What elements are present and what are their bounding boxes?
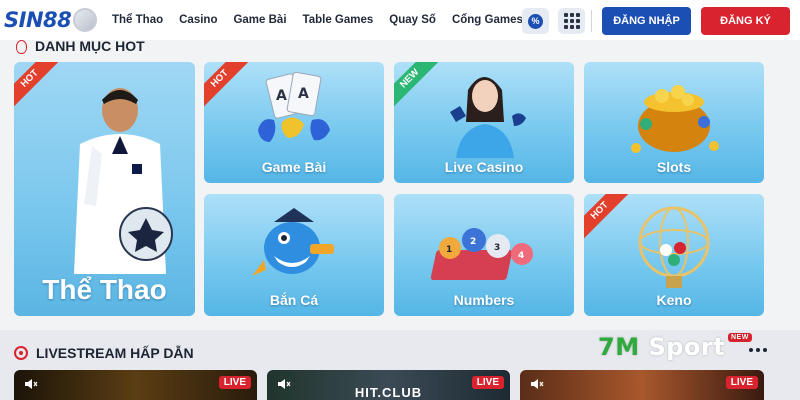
live-badge: LIVE: [218, 376, 251, 389]
livestream-heading: LIVESTREAM HẤP DẪN: [14, 345, 194, 361]
tile-game-bai[interactable]: A A HOT Game Bài: [204, 62, 384, 183]
more-options-icon[interactable]: [749, 348, 767, 352]
tile-ban-ca[interactable]: Bắn Cá: [204, 194, 384, 316]
nav-item-the-thao[interactable]: Thể Thao: [112, 14, 163, 26]
logo-text: SIN88: [4, 8, 72, 32]
hot-badge: HOT: [584, 194, 632, 243]
speaker-muted-icon[interactable]: [530, 378, 544, 390]
tile-label: Live Casino: [444, 159, 524, 175]
hot-badge: HOT: [204, 62, 252, 111]
tile-live-casino[interactable]: NEW Live Casino: [394, 62, 574, 183]
stream-card[interactable]: LIVE: [14, 370, 257, 400]
section-title: LIVESTREAM HẤP DẪN: [36, 345, 194, 361]
7m-sport-logo[interactable]: 7M Sport NEW: [598, 333, 752, 361]
nav-item-table-games[interactable]: Table Games: [303, 14, 374, 26]
tile-slots[interactable]: Slots: [584, 62, 764, 183]
brand-seven: 7M: [598, 333, 640, 361]
tile-label: Numbers: [453, 292, 515, 308]
svg-text:3: 3: [494, 243, 500, 253]
nav-item-quay-so[interactable]: Quay Số: [389, 14, 436, 26]
main-nav: Thể Thao Casino Game Bài Table Games Qua…: [112, 0, 539, 40]
tile-the-thao[interactable]: HOT Thể Thao: [14, 62, 195, 316]
login-button[interactable]: ĐĂNG NHẬP: [602, 7, 691, 35]
svg-text:A: A: [298, 86, 309, 102]
section-title: DANH MỤC HOT: [35, 38, 145, 54]
playing-cards-image: A A: [258, 72, 330, 142]
football-player-image: [74, 88, 173, 274]
live-broadcast-icon: [14, 346, 28, 360]
grid-icon: [563, 13, 580, 29]
live-badge: LIVE: [471, 376, 504, 389]
tile-label: Slots: [656, 159, 692, 175]
promotion-button[interactable]: %: [522, 8, 549, 34]
tile-label: Game Bài: [261, 159, 327, 175]
logo-emblem-icon: [73, 8, 98, 32]
stream-card[interactable]: LIVE: [520, 370, 764, 400]
tile-label: Keno: [656, 292, 692, 308]
tile-keno[interactable]: HOT Keno: [584, 194, 764, 316]
svg-text:2: 2: [470, 237, 476, 247]
gold-pot-image: [631, 85, 719, 153]
top-header: SIN88 Thể Thao Casino Game Bài Table Gam…: [0, 0, 800, 40]
speaker-muted-icon[interactable]: [24, 378, 38, 390]
new-badge: NEW: [728, 333, 752, 342]
register-button[interactable]: ĐĂNG KÝ: [701, 7, 790, 35]
tile-label: Bắn Cá: [269, 292, 319, 308]
svg-text:1: 1: [446, 245, 452, 255]
tile-label: Thể Thao: [42, 274, 167, 305]
svg-text:A: A: [276, 88, 287, 104]
hot-categories-heading: DANH MỤC HOT: [14, 38, 145, 54]
nav-item-cong-games[interactable]: Cổng Games: [452, 14, 523, 26]
site-logo[interactable]: SIN88: [4, 6, 98, 34]
hot-badge: HOT: [14, 62, 62, 111]
header-divider: [591, 10, 592, 32]
brand-sport: Sport: [639, 333, 726, 361]
apps-menu-button[interactable]: [558, 8, 585, 34]
percent-icon: %: [528, 13, 543, 29]
live-badge: LIVE: [725, 376, 758, 389]
casino-dealer-image: [450, 77, 526, 158]
fire-icon: [14, 39, 27, 54]
lottery-balls-image: 1 2 3 4: [430, 228, 533, 280]
tile-numbers[interactable]: 1 2 3 4 Numbers: [394, 194, 574, 316]
fish-shooter-image: [252, 208, 334, 276]
svg-text:4: 4: [518, 251, 524, 261]
stream-card[interactable]: HIT.CLUB LIVE: [267, 370, 510, 400]
nav-item-casino[interactable]: Casino: [179, 14, 217, 26]
nav-item-game-bai[interactable]: Game Bài: [233, 14, 286, 26]
keno-cage-image: [638, 206, 710, 288]
